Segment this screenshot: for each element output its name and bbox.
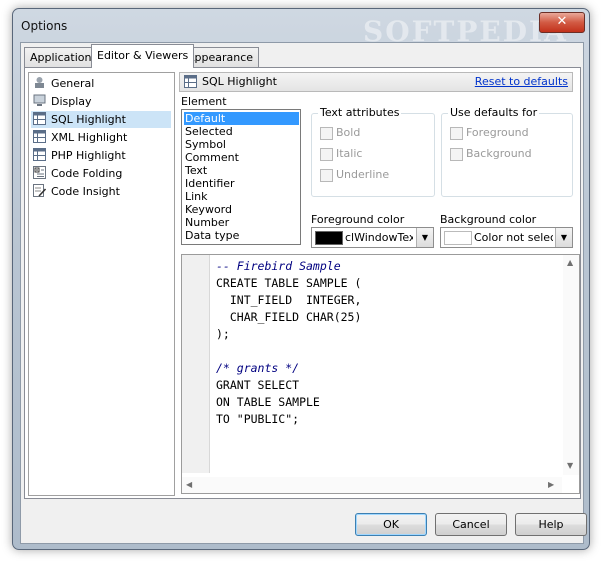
options-window: Options SOFTPEDIA ✕ Application Editor &…	[12, 8, 590, 550]
folding-icon	[33, 166, 46, 179]
grid-icon	[184, 75, 197, 88]
close-icon: ✕	[556, 14, 568, 29]
element-label: Element	[181, 95, 227, 108]
editor-gutter	[182, 255, 210, 473]
general-icon	[35, 77, 44, 88]
nav-item-label: Display	[51, 95, 92, 108]
cancel-button[interactable]: Cancel	[435, 513, 507, 536]
help-button[interactable]: Help	[515, 513, 587, 536]
color-swatch	[315, 231, 343, 245]
code-text: -- Firebird Sample CREATE TABLE SAMPLE ( …	[216, 258, 361, 428]
display-icon	[33, 94, 46, 106]
nav-item-label: Code Folding	[51, 167, 123, 180]
background-color-label: Background color	[440, 213, 537, 226]
code-line: CHAR_FIELD CHAR(25)	[216, 310, 362, 324]
tab-label: Application	[30, 51, 92, 64]
code-line: TO "PUBLIC";	[216, 412, 300, 426]
pane-header: SQL Highlight Reset to defaults	[179, 72, 573, 92]
nav-item-label: General	[51, 77, 95, 90]
nav-item-php-highlight[interactable]: PHP Highlight	[31, 147, 171, 164]
color-swatch	[444, 231, 472, 245]
foreground-color-select[interactable]: clWindowText ▼	[311, 227, 434, 248]
scroll-up-icon[interactable]: ▲	[567, 258, 573, 267]
checkbox-label: Background	[466, 147, 532, 160]
scroll-down-icon[interactable]: ▼	[567, 461, 573, 470]
select-value: Color not selected	[474, 231, 553, 244]
chevron-down-icon[interactable]: ▼	[416, 228, 433, 247]
scroll-right-icon[interactable]: ▶	[548, 480, 554, 489]
nav-item-label: PHP Highlight	[51, 149, 126, 162]
nav-item-label: XML Highlight	[51, 131, 128, 144]
text-attributes-label: Text attributes	[318, 106, 402, 119]
element-item-data-type[interactable]: Data type	[184, 229, 299, 242]
ok-button[interactable]: OK	[355, 513, 427, 536]
checkbox-box	[320, 148, 333, 161]
nav-item-sql-highlight[interactable]: SQL Highlight	[31, 111, 171, 128]
element-item-keyword[interactable]: Keyword	[184, 203, 299, 216]
code-line: );	[216, 327, 230, 341]
checkbox-label: Bold	[336, 126, 361, 139]
horizontal-scrollbar[interactable]: ◀ ▶	[182, 477, 562, 493]
close-button[interactable]: ✕	[539, 12, 585, 33]
code-line: GRANT SELECT	[216, 378, 300, 392]
use-defaults-group: Use defaults for Foreground Background	[441, 106, 573, 197]
nav-item-code-insight[interactable]: Code Insight	[31, 183, 171, 200]
nav-item-label: Code Insight	[51, 185, 120, 198]
code-line: /* grants */	[216, 361, 300, 375]
insight-icon	[33, 184, 46, 197]
tab-application[interactable]: Application	[24, 47, 98, 67]
checkbox-label: Foreground	[466, 126, 529, 139]
checkbox-box	[320, 169, 333, 182]
dialog-body: Application Editor & Viewers Appearance …	[20, 42, 587, 544]
element-item-selected[interactable]: Selected	[184, 125, 299, 138]
pane-title: SQL Highlight	[202, 75, 277, 88]
element-item-identifier[interactable]: Identifier	[184, 177, 299, 190]
window-title: Options	[21, 19, 68, 33]
use-defaults-label: Use defaults for	[448, 106, 540, 119]
code-line: INT_FIELD INTEGER,	[216, 293, 362, 307]
chevron-down-icon[interactable]: ▼	[555, 228, 572, 247]
checkbox-box	[450, 127, 463, 140]
nav-item-xml-highlight[interactable]: XML Highlight	[31, 129, 171, 146]
grid-icon	[33, 148, 46, 161]
checkbox-label: Underline	[336, 168, 390, 181]
nav-item-label: SQL Highlight	[51, 113, 126, 126]
element-item-text[interactable]: Text	[184, 164, 299, 177]
tab-panel: General Display SQL Highlight XML Highli…	[24, 67, 581, 499]
foreground-color-label: Foreground color	[311, 213, 405, 226]
reset-to-defaults-link[interactable]: Reset to defaults	[475, 75, 568, 88]
element-item-number[interactable]: Number	[184, 216, 299, 229]
code-line: CREATE TABLE SAMPLE (	[216, 276, 362, 290]
nav-item-general[interactable]: General	[31, 75, 171, 92]
tab-label: Editor & Viewers	[97, 49, 189, 62]
tab-label: Appearance	[187, 51, 254, 64]
vertical-scrollbar[interactable]: ▲ ▼	[563, 255, 579, 475]
code-line: ON TABLE SAMPLE	[216, 395, 320, 409]
checkbox-box	[320, 127, 333, 140]
grid-icon	[33, 112, 46, 125]
code-preview[interactable]: -- Firebird Sample CREATE TABLE SAMPLE ( …	[181, 254, 580, 494]
checkbox-box	[450, 148, 463, 161]
nav-item-display[interactable]: Display	[31, 93, 171, 110]
background-color-select[interactable]: Color not selected ▼	[440, 227, 573, 248]
checkbox-label: Italic	[336, 147, 363, 160]
tab-editor-viewers[interactable]: Editor & Viewers	[91, 44, 195, 68]
scroll-left-icon[interactable]: ◀	[186, 480, 192, 489]
sql-highlight-pane: SQL Highlight Reset to defaults Element …	[179, 72, 580, 494]
select-value: clWindowText	[345, 231, 413, 244]
grid-icon	[33, 130, 46, 143]
element-item-link[interactable]: Link	[184, 190, 299, 203]
nav-item-code-folding[interactable]: Code Folding	[31, 165, 171, 182]
options-tree: General Display SQL Highlight XML Highli…	[28, 72, 175, 496]
element-item-default[interactable]: Default	[184, 112, 299, 125]
text-attributes-group: Text attributes Bold Italic Underline	[311, 106, 435, 197]
element-list[interactable]: Default Selected Symbol Comment Text Ide…	[181, 109, 301, 245]
element-item-symbol[interactable]: Symbol	[184, 138, 299, 151]
code-line: -- Firebird Sample	[216, 259, 341, 273]
element-item-comment[interactable]: Comment	[184, 151, 299, 164]
